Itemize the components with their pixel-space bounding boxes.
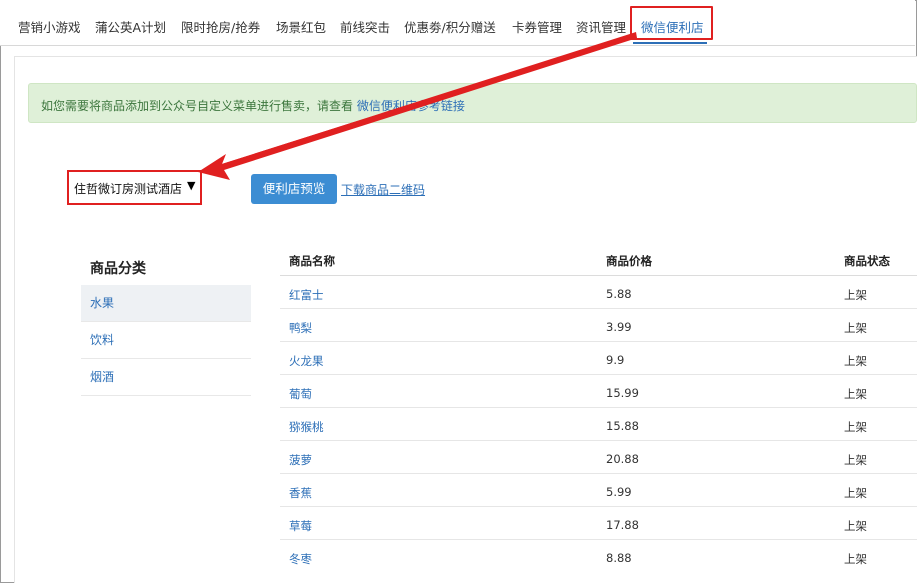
header-product-status: 商品状态 bbox=[844, 254, 890, 268]
hotel-select[interactable]: 住哲微订房测试酒店 ▼ bbox=[71, 176, 197, 198]
product-status: 上架 bbox=[844, 387, 867, 401]
tab-scene-red-packet[interactable]: 场景红包 bbox=[276, 17, 326, 36]
product-name-link[interactable]: 猕猴桃 bbox=[289, 419, 324, 435]
product-status: 上架 bbox=[844, 354, 867, 368]
category-item-tobacco-liquor[interactable]: 烟酒 bbox=[81, 359, 251, 396]
table-row: 香蕉 5.99 上架 bbox=[280, 474, 917, 507]
tab-frontline-assault[interactable]: 前线突击 bbox=[340, 17, 390, 36]
product-status: 上架 bbox=[844, 453, 867, 467]
product-price: 8.88 bbox=[606, 551, 632, 565]
product-name-link[interactable]: 香蕉 bbox=[289, 485, 312, 501]
table-row: 红富士 5.88 上架 bbox=[280, 276, 917, 309]
product-price: 20.88 bbox=[606, 452, 639, 466]
product-price: 3.99 bbox=[606, 320, 632, 334]
download-qrcode-link[interactable]: 下载商品二维码 bbox=[341, 181, 425, 198]
product-price: 15.99 bbox=[606, 386, 639, 400]
table-row: 鸭梨 3.99 上架 bbox=[280, 309, 917, 342]
product-name-link[interactable]: 葡萄 bbox=[289, 386, 312, 402]
category-item-fruit[interactable]: 水果 bbox=[81, 285, 251, 322]
store-reference-link[interactable]: 微信便利店参考链接 bbox=[357, 99, 465, 113]
store-preview-button[interactable]: 便利店预览 bbox=[251, 174, 337, 204]
tab-dandelion-a-plan[interactable]: 蒲公英A计划 bbox=[95, 17, 166, 36]
product-name-link[interactable]: 草莓 bbox=[289, 518, 312, 534]
product-name-link[interactable]: 菠萝 bbox=[289, 452, 312, 468]
tab-news-management[interactable]: 资讯管理 bbox=[576, 17, 626, 36]
caret-down-icon: ▼ bbox=[187, 179, 196, 192]
category-title: 商品分类 bbox=[90, 261, 146, 277]
product-price: 17.88 bbox=[606, 518, 639, 532]
table-row: 菠萝 20.88 上架 bbox=[280, 441, 917, 474]
product-name-link[interactable]: 冬枣 bbox=[289, 551, 312, 567]
hotel-select-value: 住哲微订房测试酒店 bbox=[74, 182, 183, 196]
tab-card-coupon-management[interactable]: 卡券管理 bbox=[512, 17, 562, 36]
product-price: 5.99 bbox=[606, 485, 632, 499]
header-product-price: 商品价格 bbox=[606, 254, 652, 268]
header-product-name: 商品名称 bbox=[289, 254, 335, 268]
table-row: 葡萄 15.99 上架 bbox=[280, 375, 917, 408]
table-row: 草莓 17.88 上架 bbox=[280, 507, 917, 540]
tab-flash-sale[interactable]: 限时抢房/抢券 bbox=[181, 17, 260, 36]
top-nav: 营销小游戏 蒲公英A计划 限时抢房/抢券 场景红包 前线突击 优惠劵/积分赠送 … bbox=[0, 0, 915, 46]
product-price: 9.9 bbox=[606, 353, 625, 367]
notice-message: 如您需要将商品添加到公众号自定义菜单进行售卖，请查看 微信便利店参考链接 bbox=[41, 97, 465, 114]
product-name-link[interactable]: 红富士 bbox=[289, 287, 324, 303]
table-row: 猕猴桃 15.88 上架 bbox=[280, 408, 917, 441]
product-status: 上架 bbox=[844, 321, 867, 335]
notice-banner: 如您需要将商品添加到公众号自定义菜单进行售卖，请查看 微信便利店参考链接 bbox=[28, 83, 917, 123]
table-row: 冬枣 8.88 上架 bbox=[280, 540, 917, 573]
active-tab-underline bbox=[633, 42, 707, 44]
product-status: 上架 bbox=[844, 486, 867, 500]
product-price: 5.88 bbox=[606, 287, 632, 301]
product-status: 上架 bbox=[844, 420, 867, 434]
table-header: 商品名称 商品价格 商品状态 bbox=[280, 243, 917, 276]
product-table: 商品名称 商品价格 商品状态 红富士 5.88 上架 鸭梨 3.99 上架 火龙… bbox=[280, 243, 917, 573]
product-status: 上架 bbox=[844, 288, 867, 302]
tab-marketing-games[interactable]: 营销小游戏 bbox=[18, 17, 81, 36]
notice-text: 如您需要将商品添加到公众号自定义菜单进行售卖，请查看 bbox=[41, 99, 354, 113]
category-item-drinks[interactable]: 饮料 bbox=[81, 322, 251, 359]
highlight-box-tab bbox=[630, 6, 713, 40]
tab-coupon-points[interactable]: 优惠劵/积分赠送 bbox=[404, 17, 496, 36]
product-status: 上架 bbox=[844, 519, 867, 533]
product-price: 15.88 bbox=[606, 419, 639, 433]
category-list: 水果 饮料 烟酒 bbox=[81, 285, 251, 396]
product-name-link[interactable]: 火龙果 bbox=[289, 353, 324, 369]
table-row: 火龙果 9.9 上架 bbox=[280, 342, 917, 375]
product-name-link[interactable]: 鸭梨 bbox=[289, 320, 312, 336]
product-status: 上架 bbox=[844, 552, 867, 566]
